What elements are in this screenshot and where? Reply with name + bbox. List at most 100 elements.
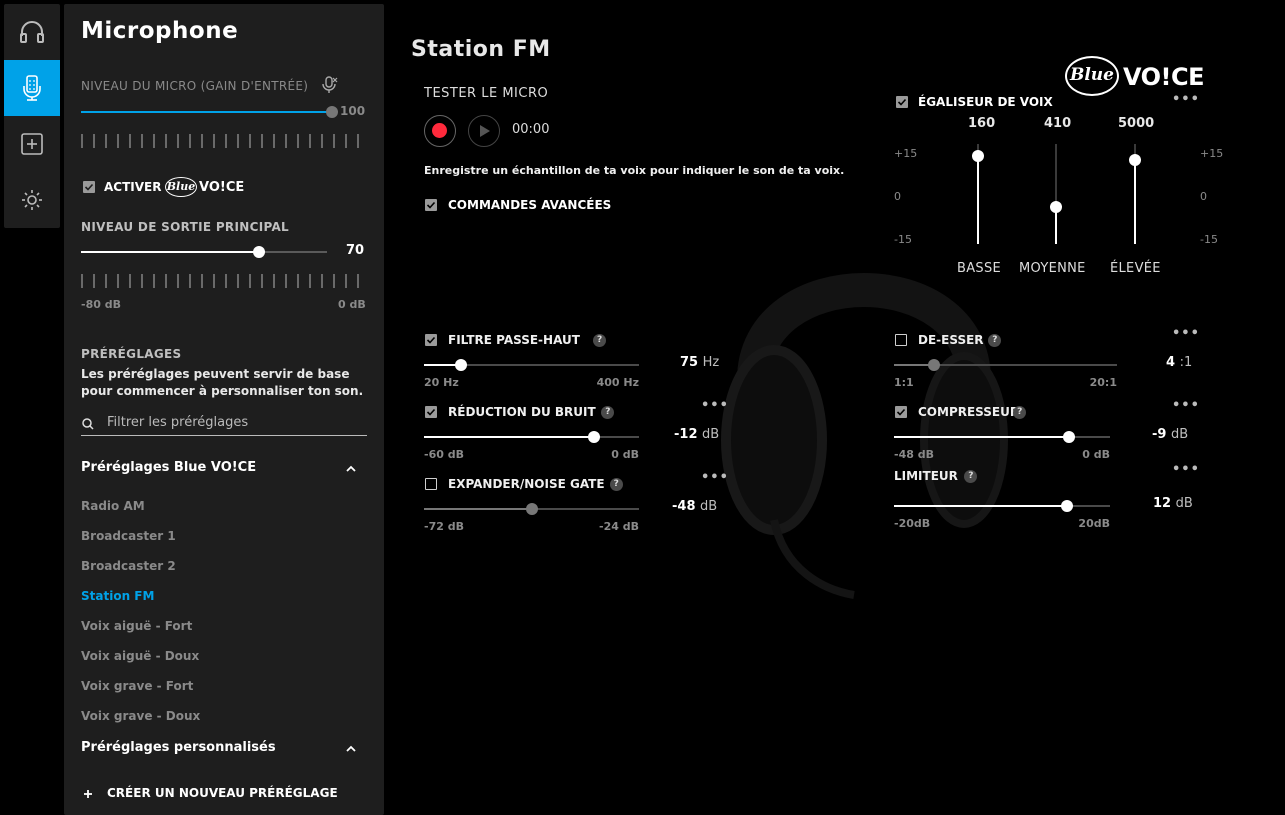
highpass-min: 20 Hz [424, 376, 459, 389]
preset-item[interactable]: Voix grave - Fort [81, 679, 193, 693]
enable-label: ACTIVER [104, 180, 162, 194]
deesser-checkbox[interactable] [895, 334, 907, 346]
preset-item[interactable]: Voix aiguë - Doux [81, 649, 199, 663]
highpass-slider-thumb[interactable] [454, 359, 467, 371]
eq-band-name: ÉLEVÉE [1110, 261, 1161, 276]
mic-mute-icon[interactable] [322, 76, 338, 94]
search-icon [82, 418, 94, 430]
highpass-value-number: 75 [680, 355, 699, 370]
eq-band-thumb[interactable] [972, 150, 984, 162]
output-slider-thumb[interactable] [253, 246, 265, 258]
eq-band-thumb[interactable] [1129, 154, 1141, 166]
eq-band-frequency: 160 [968, 116, 996, 131]
limiter-slider-fill [894, 505, 1067, 507]
record-icon [432, 123, 447, 138]
help-icon[interactable]: ? [593, 334, 607, 347]
help-icon[interactable]: ? [609, 478, 623, 491]
nav-add[interactable] [4, 116, 60, 172]
limiter-value-unit: dB [1175, 496, 1193, 511]
eq-band-frequency: 5000 [1118, 116, 1155, 131]
preset-item[interactable]: Broadcaster 1 [81, 529, 176, 543]
compressor-checkbox[interactable] [895, 406, 907, 418]
preset-item[interactable]: Radio AM [81, 499, 145, 513]
highpass-checkbox[interactable] [425, 334, 437, 346]
voice-eq-checkbox[interactable] [896, 96, 908, 108]
noise-max: 0 dB [611, 448, 639, 461]
eq-scale-tick: -15 [1200, 233, 1218, 246]
noise-more-icon[interactable]: ••• [701, 398, 729, 413]
nav-settings[interactable] [4, 172, 60, 228]
noise-slider-thumb[interactable] [587, 431, 600, 443]
advanced-controls-label: COMMANDES AVANCÉES [448, 198, 612, 212]
limiter-slider-thumb[interactable] [1060, 500, 1073, 512]
eq-scale-tick: -15 [894, 233, 912, 246]
expander-value: -48 dB [672, 499, 717, 514]
expander-checkbox[interactable] [425, 478, 437, 490]
presets-heading: PRÉRÉGLAGES [81, 347, 182, 361]
mic-gain-label: NIVEAU DU MICRO (GAIN D'ENTRÉE) [81, 79, 309, 93]
output-max: 0 dB [338, 298, 366, 311]
limiter-value: 12 dB [1153, 496, 1193, 511]
help-icon[interactable]: ? [1013, 406, 1027, 419]
plus-icon [84, 790, 92, 798]
noise-checkbox[interactable] [425, 406, 437, 418]
help-icon[interactable]: ? [601, 406, 615, 419]
microphone-icon [23, 75, 41, 101]
output-value: 70 [346, 243, 365, 258]
compressor-slider-thumb[interactable] [1062, 431, 1075, 443]
chevron-up-icon[interactable] [346, 745, 356, 752]
custom-presets-title[interactable]: Préréglages personnalisés [81, 740, 276, 755]
preset-item[interactable]: Broadcaster 2 [81, 559, 176, 573]
advanced-controls-checkbox[interactable] [425, 199, 437, 211]
headset-icon [20, 21, 44, 43]
play-icon [480, 125, 490, 137]
nav-microphone[interactable] [4, 60, 60, 116]
limiter-min: -20dB [894, 517, 931, 530]
eq-scale-tick: +15 [1200, 147, 1224, 160]
play-button[interactable] [468, 115, 500, 147]
compressor-more-icon[interactable]: ••• [1172, 398, 1200, 413]
mic-gain-value: 100 [340, 104, 366, 118]
presets-description: Les préréglages peuvent servir de base p… [81, 367, 364, 398]
settings-icon [22, 190, 42, 210]
compressor-slider-fill [894, 436, 1069, 438]
deesser-value-unit: :1 [1179, 355, 1193, 370]
eq-band-thumb[interactable] [1050, 201, 1062, 213]
deesser-value-number: 4 [1166, 355, 1176, 370]
noise-slider-fill [424, 436, 594, 438]
preset-item[interactable]: Station FM [81, 589, 154, 603]
compressor-value: -9 dB [1152, 427, 1188, 442]
limiter-label: LIMITEUR [894, 469, 958, 483]
preset-filter[interactable]: Filtrer les préréglages [81, 414, 367, 436]
expander-min: -72 dB [424, 520, 464, 533]
expander-value-unit: dB [700, 499, 718, 514]
blue-presets-title[interactable]: Préréglages Blue VO!CE [81, 460, 256, 475]
expander-more-icon[interactable]: ••• [701, 470, 729, 485]
eq-scale-tick: 0 [1200, 190, 1207, 203]
deesser-more-icon[interactable]: ••• [1172, 326, 1200, 341]
mic-gain-slider-thumb[interactable] [326, 106, 338, 118]
create-preset-label: CRÉER UN NOUVEAU PRÉRÉGLAGE [107, 786, 338, 800]
mic-gain-slider-track[interactable] [81, 111, 331, 113]
compressor-max: 0 dB [1082, 448, 1110, 461]
enable-voice-checkbox[interactable] [83, 181, 95, 193]
deesser-value: 4 :1 [1166, 355, 1192, 370]
preset-item[interactable]: Voix aiguë - Fort [81, 619, 192, 633]
highpass-label: FILTRE PASSE-HAUT [448, 333, 580, 347]
eq-band-fill [977, 156, 979, 244]
expander-label: EXPANDER/NOISE GATE [448, 477, 605, 491]
limiter-max: 20dB [1078, 517, 1110, 530]
preset-item[interactable]: Voix grave - Doux [81, 709, 200, 723]
record-button[interactable] [424, 115, 456, 147]
nav-headset[interactable] [4, 4, 60, 60]
expander-slider-thumb[interactable] [525, 503, 538, 515]
deesser-min: 1:1 [894, 376, 914, 389]
eq-band-name: BASSE [957, 261, 1002, 276]
voice-eq-more-icon[interactable]: ••• [1172, 92, 1200, 107]
limiter-more-icon[interactable]: ••• [1172, 462, 1200, 477]
noise-value-unit: dB [702, 427, 720, 442]
chevron-up-icon[interactable] [346, 465, 356, 472]
eq-band-frequency: 410 [1044, 116, 1072, 131]
compressor-value-number: -9 [1152, 427, 1167, 442]
highpass-value-unit: Hz [702, 355, 720, 370]
